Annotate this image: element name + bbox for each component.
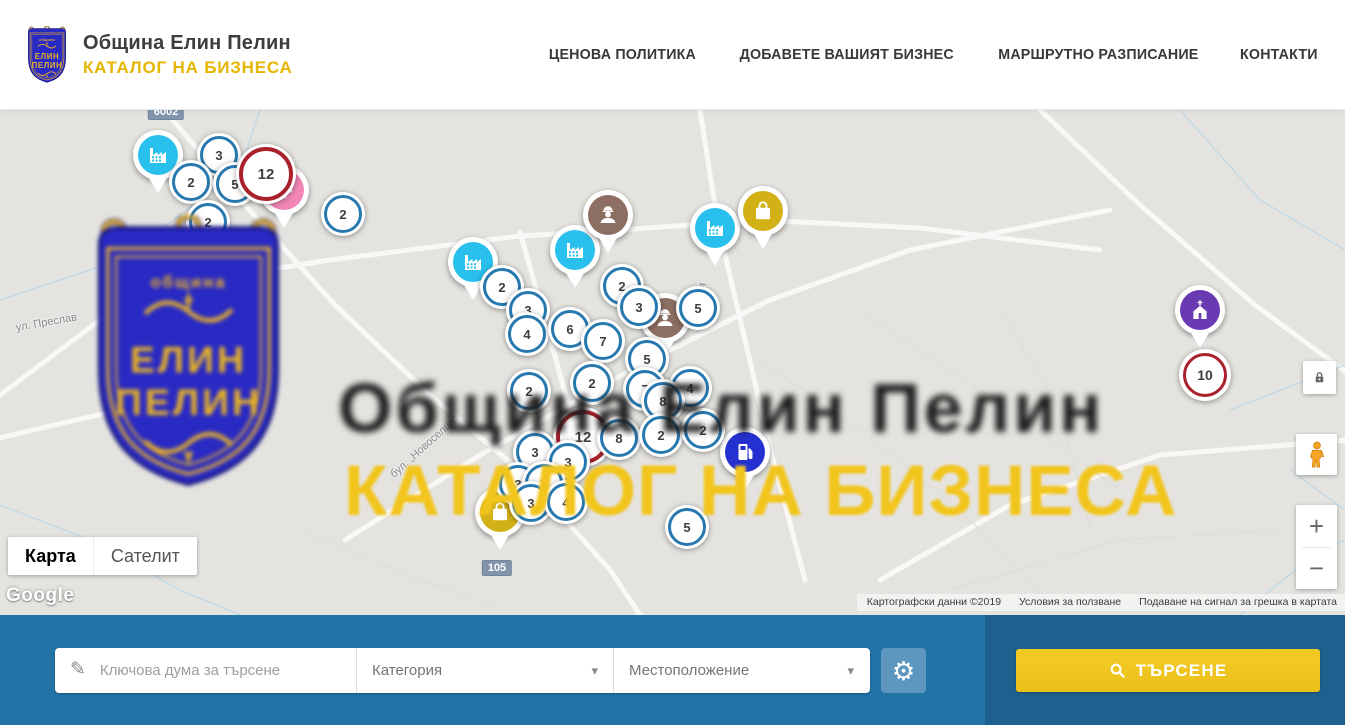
nav-add-business[interactable]: ДОБАВЕТЕ ВАШИЯТ БИЗНЕС — [740, 46, 954, 63]
fuel-icon — [725, 432, 765, 472]
map-cluster[interactable]: 8 — [597, 416, 641, 460]
cluster-count: 2 — [642, 416, 680, 454]
gear-icon: ⚙ — [892, 658, 915, 684]
factory-icon — [695, 208, 735, 248]
map-cluster[interactable]: 2 — [186, 200, 230, 244]
search-bar: ✎ Категория ▾ Местоположение ▾ ⚙ ТЪРСЕНЕ — [0, 615, 1345, 725]
map-cluster[interactable]: 10 — [1179, 349, 1231, 401]
map-cluster[interactable]: 2 — [681, 408, 725, 452]
cluster-count: 2 — [189, 203, 227, 241]
zoom-control: + − — [1296, 505, 1337, 589]
chevron-down-icon: ▾ — [847, 663, 854, 679]
markers-layer: 32512222323546752274812822333834510 — [0, 110, 1345, 615]
cluster-count: 2 — [172, 163, 210, 201]
main-nav: ЦЕНОВА ПОЛИТИКА ДОБАВЕТЕ ВАШИЯТ БИЗНЕС М… — [545, 46, 1320, 63]
map-cluster[interactable]: 4 — [505, 312, 549, 356]
search-form: ✎ Категория ▾ Местоположение ▾ — [55, 648, 870, 693]
chevron-down-icon: ▾ — [591, 663, 598, 679]
site-title: Община Елин Пелин — [83, 32, 293, 55]
map-pin-bag[interactable] — [738, 186, 788, 236]
pegman-icon — [1305, 441, 1329, 469]
search-icon — [1109, 662, 1126, 679]
cluster-count: 3 — [620, 288, 658, 326]
google-logo[interactable]: Google — [6, 585, 74, 607]
location-select[interactable]: Местоположение ▾ — [613, 648, 869, 693]
streetview-lock-control[interactable] — [1303, 361, 1336, 394]
map-type-control: Карта Сателит — [8, 537, 197, 575]
location-select-label: Местоположение — [629, 662, 749, 679]
attribution-report-error-link[interactable]: Подаване на сигнал за грешка в картата — [1139, 596, 1337, 608]
zoom-out-button[interactable]: − — [1296, 548, 1337, 589]
keyword-field[interactable]: ✎ — [55, 648, 357, 693]
cluster-count: 2 — [510, 372, 548, 410]
municipality-crest-logo — [25, 26, 69, 84]
brand[interactable]: Община Елин Пелин КАТАЛОГ НА БИЗНЕСА — [25, 26, 293, 84]
cluster-count: 8 — [600, 419, 638, 457]
map-cluster[interactable]: 3 — [617, 285, 661, 329]
lock-icon — [1312, 370, 1327, 385]
keyword-input[interactable] — [98, 661, 341, 680]
zoom-in-button[interactable]: + — [1296, 506, 1337, 547]
map-canvas[interactable]: 6002105ул. Преславбул. „Новоселци“ция 32… — [0, 110, 1345, 615]
map-cluster[interactable]: 2 — [570, 361, 614, 405]
advanced-options-button[interactable]: ⚙ — [881, 648, 926, 693]
map-cluster[interactable]: 7 — [581, 319, 625, 363]
attribution-terms-link[interactable]: Условия за ползване — [1019, 596, 1121, 608]
cluster-count: 2 — [573, 364, 611, 402]
site-subtitle: КАТАЛОГ НА БИЗНЕСА — [83, 58, 293, 78]
cluster-count: 4 — [508, 315, 546, 353]
site-header: Община Елин Пелин КАТАЛОГ НА БИЗНЕСА ЦЕН… — [0, 0, 1345, 110]
map-pin-church[interactable] — [1175, 285, 1225, 335]
nav-contacts[interactable]: КОНТАКТИ — [1240, 46, 1318, 63]
category-select-label: Категория — [372, 662, 442, 679]
map-cluster[interactable]: 2 — [639, 413, 683, 457]
map-cluster[interactable]: 5 — [676, 286, 720, 330]
map-pin-worker[interactable] — [583, 190, 633, 240]
map-type-satellite-button[interactable]: Сателит — [93, 537, 197, 575]
search-button[interactable]: ТЪРСЕНЕ — [1016, 649, 1320, 692]
map-cluster[interactable]: 4 — [544, 480, 588, 524]
cluster-count: 10 — [1183, 353, 1227, 397]
pegman-control[interactable] — [1296, 434, 1337, 475]
bag-icon — [743, 191, 783, 231]
cluster-count: 4 — [547, 483, 585, 521]
search-button-label: ТЪРСЕНЕ — [1136, 661, 1228, 681]
map-cluster[interactable]: 2 — [169, 160, 213, 204]
attribution-copyright: Картографски данни ©2019 — [867, 596, 1001, 608]
cluster-count: 5 — [668, 508, 706, 546]
cluster-count: 2 — [684, 411, 722, 449]
factory-icon — [555, 230, 595, 270]
cluster-count: 7 — [584, 322, 622, 360]
map-cluster[interactable]: 5 — [665, 505, 709, 549]
map-pin-factory[interactable] — [690, 203, 740, 253]
category-select[interactable]: Категория ▾ — [357, 648, 613, 693]
map-type-map-button[interactable]: Карта — [8, 537, 93, 575]
map-cluster[interactable]: 12 — [236, 144, 296, 204]
map-cluster[interactable]: 2 — [321, 192, 365, 236]
map-attribution: Картографски данни ©2019 Условия за полз… — [857, 594, 1345, 611]
worker-icon — [588, 195, 628, 235]
cluster-count: 12 — [239, 147, 293, 201]
church-icon — [1180, 290, 1220, 330]
pencil-icon: ✎ — [70, 658, 86, 681]
nav-route-schedule[interactable]: МАРШРУТНО РАЗПИСАНИЕ — [999, 46, 1199, 63]
map-cluster[interactable]: 2 — [507, 369, 551, 413]
cluster-count: 5 — [679, 289, 717, 327]
map-pin-fuel[interactable] — [720, 427, 770, 477]
cluster-count: 2 — [324, 195, 362, 233]
nav-pricing-policy[interactable]: ЦЕНОВА ПОЛИТИКА — [549, 46, 696, 63]
